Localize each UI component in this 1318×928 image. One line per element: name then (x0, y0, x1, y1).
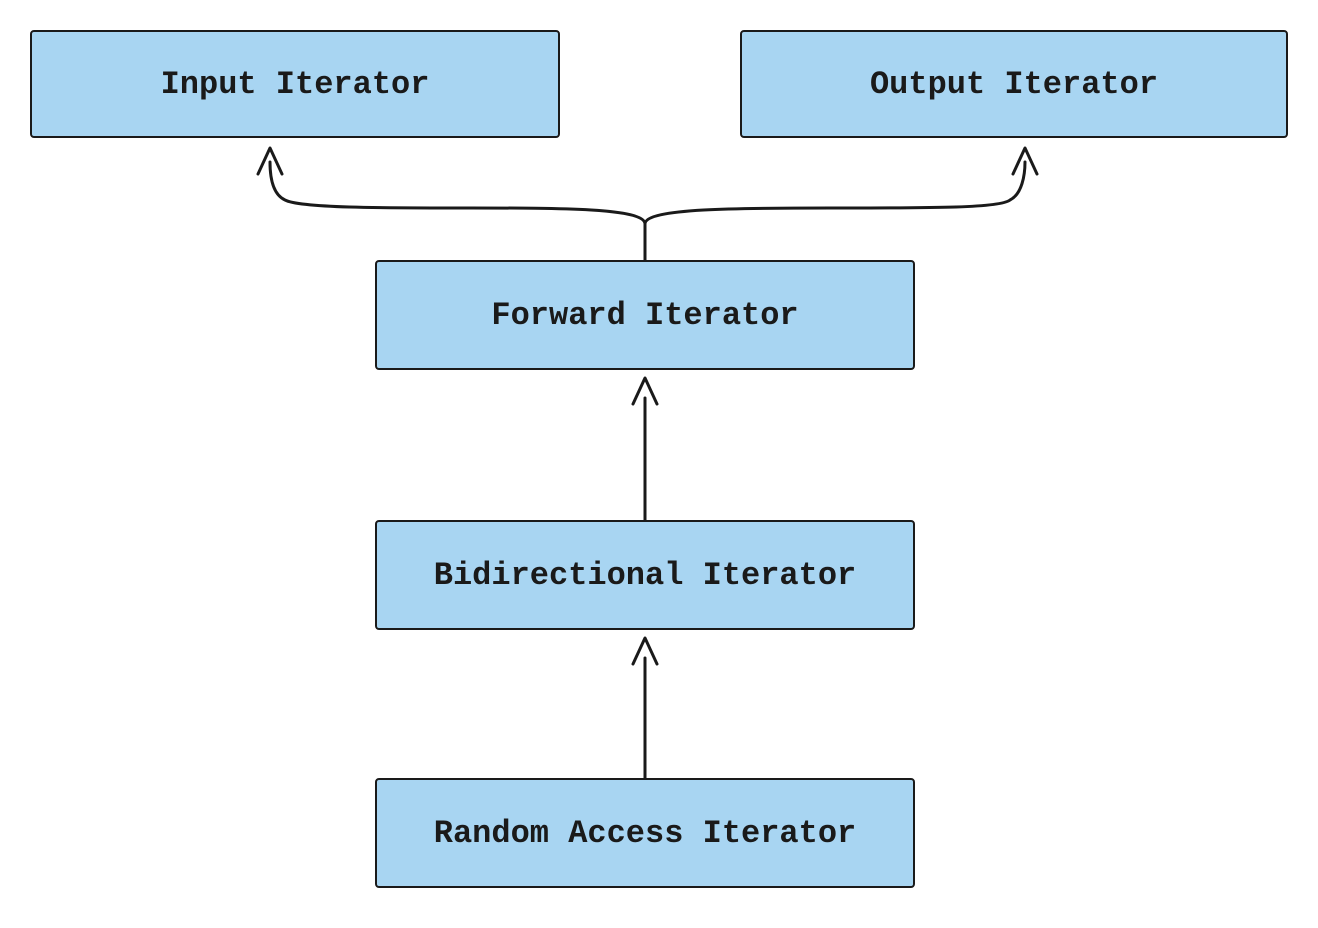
node-forward-iterator: Forward Iterator (375, 260, 915, 370)
node-bidirectional-iterator: Bidirectional Iterator (375, 520, 915, 630)
node-label: Random Access Iterator (434, 815, 856, 852)
node-label: Input Iterator (161, 66, 430, 103)
node-input-iterator: Input Iterator (30, 30, 560, 138)
edge-forward-to-input (270, 162, 645, 260)
node-label: Forward Iterator (491, 297, 798, 334)
node-label: Bidirectional Iterator (434, 557, 856, 594)
node-output-iterator: Output Iterator (740, 30, 1288, 138)
node-label: Output Iterator (870, 66, 1158, 103)
arrowhead-forward (633, 378, 657, 404)
arrowhead-output (1013, 148, 1037, 174)
arrowhead-input (258, 148, 282, 174)
edge-forward-to-output (645, 162, 1025, 224)
node-random-access-iterator: Random Access Iterator (375, 778, 915, 888)
arrowhead-bidir (633, 638, 657, 664)
